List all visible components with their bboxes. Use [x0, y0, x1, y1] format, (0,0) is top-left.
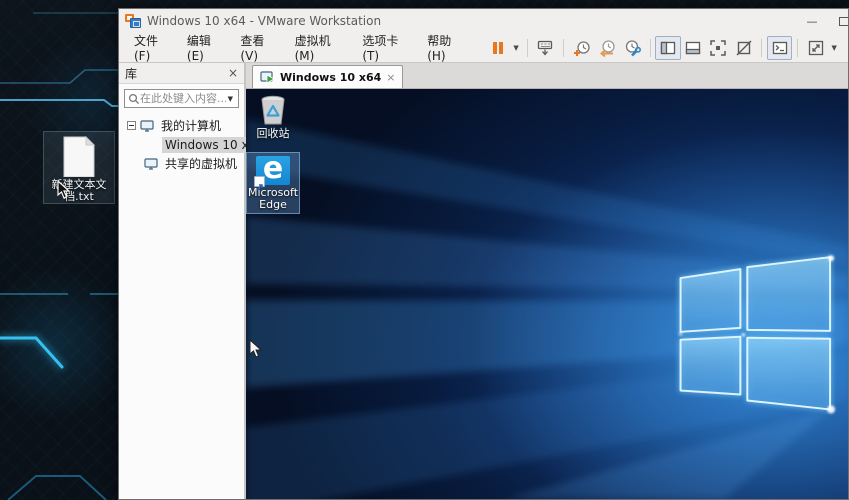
microsoft-edge-icon[interactable]: e Microsoft Edge [246, 152, 300, 214]
tree-item-my-computer[interactable]: 我的计算机 [119, 116, 244, 135]
take-snapshot-icon [573, 39, 591, 57]
vm-screen[interactable]: 回收站 e Microsoft Edge [246, 89, 848, 499]
toolbar-separator [527, 39, 528, 57]
vm-mouse-cursor [249, 339, 263, 359]
unity-mode-icon [735, 39, 753, 57]
suspend-button[interactable] [485, 36, 510, 60]
text-file-icon [62, 136, 96, 177]
recycle-bin-label: 回收站 [257, 128, 290, 140]
tab-bar: Windows 10 x64 × [246, 63, 848, 89]
thumbnail-bar-toggle-icon [684, 40, 702, 56]
search-icon [128, 93, 140, 105]
host-mouse-cursor [57, 180, 71, 200]
menubar: 文件(F) 编辑(E) 查看(V) 虚拟机(M) 选项卡(T) 帮助(H) ▼ [119, 33, 848, 63]
library-tree: 我的计算机 Windows 10 x64 [119, 112, 244, 173]
toolbar-separator [563, 39, 564, 57]
menu-edit[interactable]: 编辑(E) [180, 28, 234, 67]
unity-mode-button[interactable] [731, 36, 756, 60]
window-content: 库 × ▼ [119, 63, 848, 499]
tree-item-windows10-vm[interactable]: Windows 10 x64 [119, 135, 244, 154]
menu-vm[interactable]: 虚拟机(M) [288, 28, 356, 67]
shortcut-arrow-icon [254, 176, 265, 187]
search-dropdown-caret[interactable]: ▼ [226, 95, 235, 103]
titlebar[interactable]: Windows 10 x64 - VMware Workstation — [119, 9, 848, 33]
free-stretch-icon [807, 39, 825, 57]
send-ctrl-alt-del-icon [536, 39, 554, 57]
maximize-button[interactable] [839, 9, 849, 33]
library-header: 库 × [119, 63, 244, 84]
edge-tile: e [256, 156, 290, 185]
fullscreen-button[interactable] [706, 36, 731, 60]
collapse-expander-icon[interactable] [127, 121, 136, 130]
minimize-button[interactable]: — [799, 9, 825, 33]
vm-tab-icon [260, 71, 275, 84]
stretch-dropdown-caret[interactable]: ▼ [828, 44, 840, 52]
menu-file[interactable]: 文件(F) [127, 28, 180, 67]
tree-item-label: 共享的虚拟机 [162, 154, 240, 173]
library-title: 库 [125, 65, 137, 82]
fullscreen-icon [709, 39, 727, 57]
window-title: Windows 10 x64 - VMware Workstation [147, 14, 381, 28]
console-view-button[interactable] [767, 36, 792, 60]
vmware-window: Windows 10 x64 - VMware Workstation — 文件… [118, 8, 849, 500]
toolbar-separator [650, 39, 651, 57]
menu-tabs[interactable]: 选项卡(T) [355, 28, 420, 67]
recycle-bin-glyph [259, 95, 287, 126]
toolbar-separator [761, 39, 762, 57]
edge-e-glyph: e [263, 154, 283, 184]
menu-view[interactable]: 查看(V) [233, 28, 287, 67]
snapshot-manager-icon [623, 39, 641, 57]
computer-icon [140, 120, 154, 132]
menu-help[interactable]: 帮助(H) [420, 28, 475, 67]
library-panel-toggle-icon [659, 40, 677, 56]
revert-snapshot-button[interactable] [594, 36, 619, 60]
library-search-input[interactable] [140, 92, 226, 105]
free-stretch-button[interactable] [803, 36, 828, 60]
tree-item-shared-vms[interactable]: 共享的虚拟机 [119, 154, 244, 173]
windows10-hero-wallpaper [246, 89, 848, 499]
shared-vms-icon [144, 158, 158, 170]
tab-close-button[interactable]: × [386, 71, 395, 84]
maximize-icon [839, 17, 849, 26]
recycle-bin-icon[interactable]: 回收站 [246, 92, 300, 142]
tab-windows10-x64[interactable]: Windows 10 x64 × [252, 65, 403, 88]
snapshot-manager-button[interactable] [619, 36, 644, 60]
toolbar-separator [797, 39, 798, 57]
revert-snapshot-icon [598, 39, 616, 57]
console-view-icon [771, 40, 789, 56]
suspend-dropdown-caret[interactable]: ▼ [510, 44, 522, 52]
library-panel-toggle-button[interactable] [655, 36, 680, 60]
host-file-icon[interactable]: 新建文本文档.txt [43, 131, 115, 204]
suspend-pause-icon [491, 41, 505, 55]
library-close-button[interactable]: × [228, 67, 238, 79]
library-search-box: ▼ [124, 89, 239, 108]
vmware-logo-icon [125, 14, 141, 29]
take-snapshot-button[interactable] [569, 36, 594, 60]
thumbnail-bar-toggle-button[interactable] [681, 36, 706, 60]
console-area: Windows 10 x64 × [246, 63, 848, 499]
host-desktop: 新建文本文档.txt Windows 10 x64 - VMware Works… [0, 0, 849, 500]
library-panel: 库 × ▼ [119, 63, 246, 499]
tab-label: Windows 10 x64 [280, 71, 381, 84]
tree-item-label: 我的计算机 [158, 116, 224, 135]
send-ctrl-alt-del-button[interactable] [533, 36, 558, 60]
host-file-label: 新建文本文档.txt [46, 179, 112, 203]
